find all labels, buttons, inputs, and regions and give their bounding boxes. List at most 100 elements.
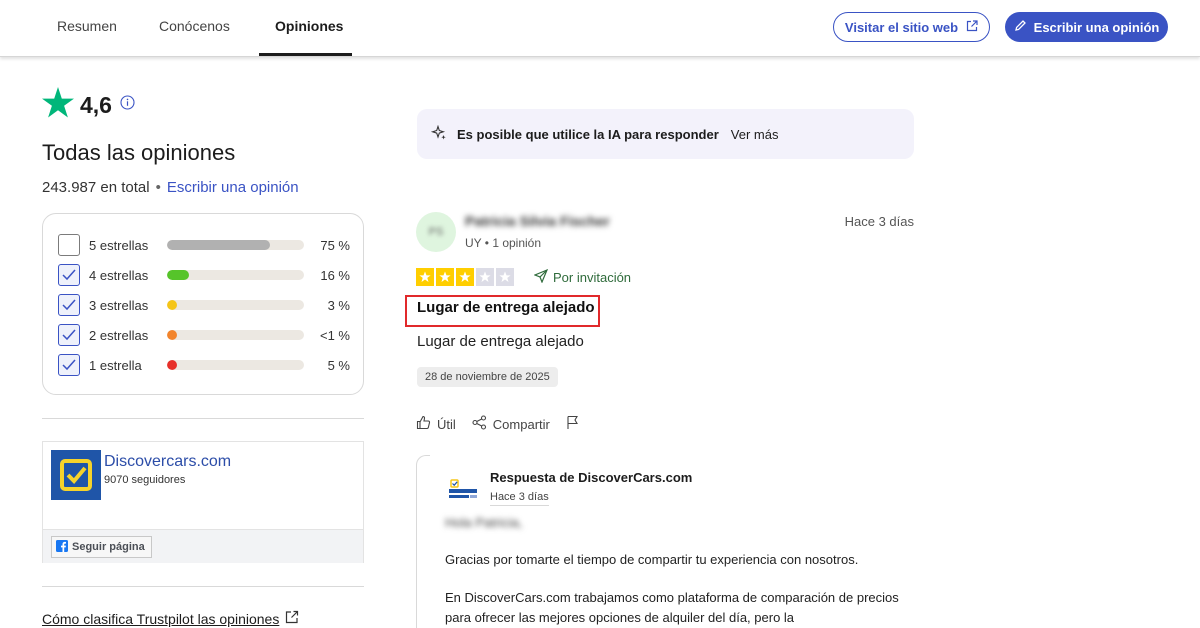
- discovercars-reply-logo[interactable]: [447, 478, 479, 502]
- how-trustpilot-ranks-link[interactable]: Cómo clasifica Trustpilot las opiniones: [42, 610, 299, 627]
- facebook-page-name[interactable]: Discovercars.com: [104, 453, 231, 471]
- filter-label: 3 estrellas: [89, 297, 149, 313]
- flag-icon: [566, 415, 580, 433]
- avatar-initials: PS: [428, 226, 444, 238]
- distribution-fill: [167, 270, 189, 280]
- filter-percent: 5 %: [327, 357, 350, 373]
- check-icon: [62, 299, 76, 311]
- visit-website-button[interactable]: Visitar el sitio web: [833, 12, 990, 42]
- rating-distribution: 5 estrellas 75 % 4 estrellas 16 % 3 estr…: [42, 213, 364, 395]
- useful-button[interactable]: Útil: [416, 415, 456, 433]
- share-button[interactable]: Compartir: [472, 415, 550, 433]
- external-link-icon: [966, 19, 978, 35]
- review-stars: [416, 268, 514, 286]
- checkbox-4-stars[interactable]: [58, 264, 80, 286]
- checkbox-3-stars[interactable]: [58, 294, 80, 316]
- invited-badge[interactable]: Por invitación: [533, 268, 632, 286]
- ai-notice-text: Es posible que utilice la IA para respon…: [457, 126, 719, 142]
- filter-percent: 3 %: [327, 297, 350, 313]
- info-icon[interactable]: [120, 95, 135, 115]
- filter-label: 5 estrellas: [89, 237, 149, 253]
- filter-1-star[interactable]: 1 estrella 5 %: [58, 352, 350, 378]
- star-empty-icon: [496, 268, 514, 286]
- reviewer-name[interactable]: Patricia Silvia Fischer: [465, 213, 610, 229]
- distribution-fill: [167, 240, 270, 250]
- star-filled-icon: [416, 268, 434, 286]
- reply-paragraph: Gracias por tomarte el tiempo de compart…: [445, 552, 859, 567]
- star-empty-icon: [476, 268, 494, 286]
- facebook-page-widget: Discovercars.com 9070 seguidores Seguir …: [42, 441, 364, 563]
- star-filled-icon: [436, 268, 454, 286]
- follow-page-label: Seguir página: [72, 541, 145, 553]
- reviewer-meta: UY • 1 opinión: [465, 236, 542, 250]
- external-link-icon: [285, 610, 299, 627]
- filter-2-stars[interactable]: 2 estrellas <1 %: [58, 322, 350, 348]
- facebook-followers: 9070 seguidores: [104, 474, 186, 486]
- facebook-widget-footer: Seguir página: [43, 529, 363, 563]
- filter-3-stars[interactable]: 3 estrellas 3 %: [58, 292, 350, 318]
- distribution-bar: [167, 270, 304, 280]
- filter-percent: <1 %: [320, 327, 350, 343]
- write-review-link[interactable]: Escribir una opinión: [167, 179, 299, 196]
- review-body: Lugar de entrega alejado: [417, 333, 584, 350]
- active-tab-indicator: [259, 53, 352, 56]
- distribution-bar: [167, 330, 304, 340]
- write-review-label: Escribir una opinión: [1033, 19, 1160, 35]
- filter-percent: 16 %: [320, 267, 350, 283]
- share-icon: [472, 415, 487, 433]
- ai-see-more-link[interactable]: Ver más: [731, 127, 779, 142]
- total-count: 243.987 en total: [42, 179, 150, 196]
- trustpilot-star-icon: [42, 87, 74, 123]
- rating-value: 4,6: [80, 91, 112, 118]
- share-label: Compartir: [492, 416, 550, 432]
- distribution-bar: [167, 360, 304, 370]
- report-button[interactable]: [566, 415, 580, 433]
- distribution-bar: [167, 240, 304, 250]
- check-icon: [62, 329, 76, 341]
- thumbs-up-icon: [416, 415, 431, 433]
- checkbox-5-stars[interactable]: [58, 234, 80, 256]
- reply-paragraph: En DiscoverCars.com trabajamos como plat…: [445, 590, 899, 625]
- distribution-fill: [167, 330, 177, 340]
- reply-greeting: Hola Patricia,: [445, 515, 523, 530]
- tab-opiniones[interactable]: Opiniones: [275, 0, 343, 56]
- check-icon: [62, 269, 76, 281]
- review-title[interactable]: Lugar de entrega alejado: [417, 299, 595, 316]
- filter-4-stars[interactable]: 4 estrellas 16 %: [58, 262, 350, 288]
- overall-rating: 4,6: [42, 87, 135, 123]
- divider: [42, 586, 364, 587]
- checkbox-1-star[interactable]: [58, 354, 80, 376]
- experience-date: 28 de noviembre de 2025: [417, 367, 558, 387]
- facebook-icon: [56, 539, 68, 555]
- divider: [42, 418, 364, 419]
- filter-label: 2 estrellas: [89, 327, 149, 343]
- reviews-heading: Todas las opiniones: [42, 140, 236, 165]
- send-icon: [533, 268, 549, 286]
- check-icon: [62, 359, 76, 371]
- filter-percent: 75 %: [320, 237, 350, 253]
- visit-website-label: Visitar el sitio web: [844, 19, 959, 35]
- discovercars-logo[interactable]: [51, 450, 101, 500]
- filter-5-stars[interactable]: 5 estrellas 75 %: [58, 232, 350, 258]
- reviewer-avatar[interactable]: PS: [416, 212, 456, 252]
- tab-conocenos[interactable]: Conócenos: [159, 0, 230, 56]
- invited-label: Por invitación: [553, 270, 632, 285]
- ai-notice-banner: Es posible que utilice la IA para respon…: [417, 109, 914, 159]
- star-filled-icon: [456, 268, 474, 286]
- filter-label: 4 estrellas: [89, 267, 149, 283]
- reply-date: Hace 3 días: [490, 491, 549, 506]
- filter-label: 1 estrella: [89, 357, 142, 373]
- tab-resumen[interactable]: Resumen: [57, 0, 117, 56]
- follow-page-button[interactable]: Seguir página: [51, 536, 152, 558]
- checkbox-2-stars[interactable]: [58, 324, 80, 346]
- review-relative-date: Hace 3 días: [844, 214, 914, 229]
- write-review-button[interactable]: Escribir una opinión: [1005, 12, 1168, 42]
- distribution-fill: [167, 360, 177, 370]
- distribution-bar: [167, 300, 304, 310]
- review-actions: Útil Compartir: [416, 415, 596, 433]
- reply-author: Respuesta de DiscoverCars.com: [490, 470, 693, 485]
- sparkle-icon: [430, 124, 447, 144]
- reply-connector: [416, 455, 430, 628]
- total-reviews: 243.987 en total • Escribir una opinión: [42, 179, 299, 196]
- top-nav: Resumen Conócenos Opiniones Visitar el s…: [0, 0, 1200, 57]
